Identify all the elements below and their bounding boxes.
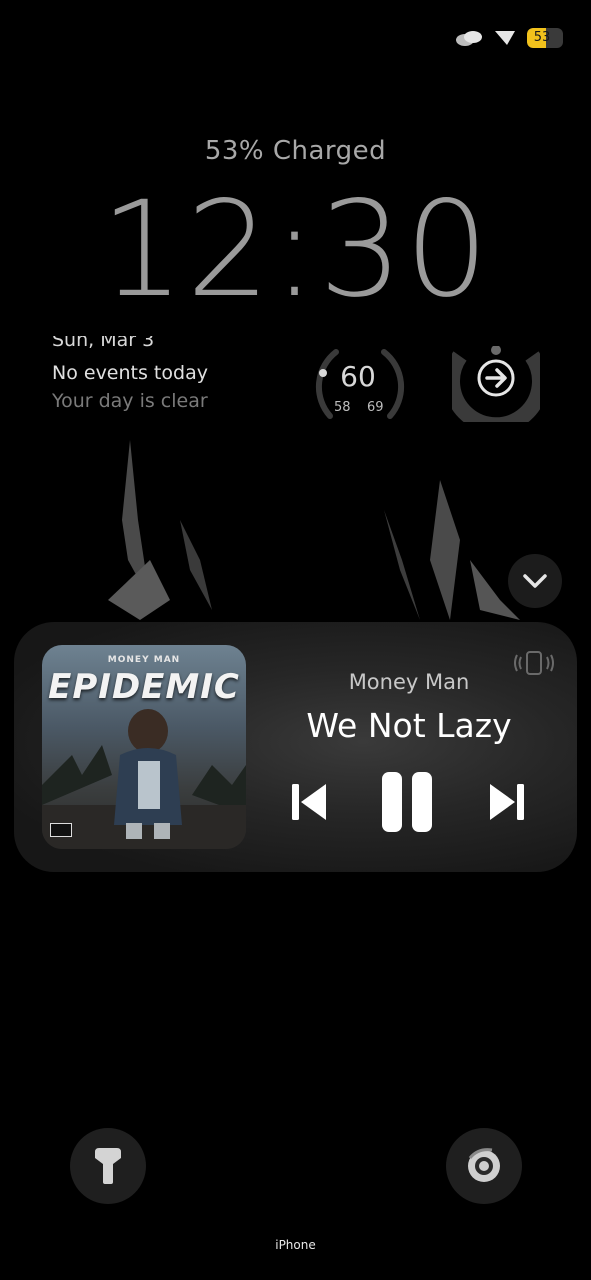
device-label: iPhone bbox=[275, 1238, 316, 1252]
track-title: We Not Lazy bbox=[306, 706, 512, 745]
wifi-icon bbox=[493, 29, 517, 47]
calendar-widget[interactable]: Sun, Mar 3 No events today Your day is c… bbox=[52, 336, 292, 412]
skip-next-icon bbox=[490, 784, 524, 820]
dial-value: 60 bbox=[340, 360, 376, 393]
calendar-subtitle: Your day is clear bbox=[52, 390, 208, 412]
camera-button[interactable] bbox=[446, 1128, 522, 1204]
flashlight-icon bbox=[95, 1148, 121, 1184]
signal-icon bbox=[455, 29, 483, 47]
collapse-button[interactable] bbox=[508, 554, 562, 608]
media-player-card[interactable]: MONEY MAN EPIDEMIC Money Man We Not Lazy bbox=[14, 622, 577, 872]
battery-label: 53 bbox=[533, 30, 551, 45]
track-artist: Money Man bbox=[348, 670, 470, 694]
lockscreen-clock: 12:30 bbox=[100, 173, 491, 327]
album-art-title: EPIDEMIC bbox=[48, 667, 240, 707]
battery-icon: 53 bbox=[527, 28, 563, 48]
flashlight-button[interactable] bbox=[70, 1128, 146, 1204]
playback-controls bbox=[280, 770, 538, 834]
calendar-date: Sun, Mar 3 bbox=[52, 336, 155, 351]
chevron-down-icon bbox=[523, 574, 547, 588]
album-art[interactable]: MONEY MAN EPIDEMIC bbox=[42, 645, 246, 849]
previous-button[interactable] bbox=[290, 782, 330, 822]
arrow-right-icon bbox=[477, 359, 515, 397]
camera-icon bbox=[468, 1148, 500, 1182]
temperature-dial-widget[interactable]: 60 58 69 bbox=[312, 346, 410, 422]
next-button[interactable] bbox=[486, 782, 526, 822]
charge-status: 53% Charged bbox=[204, 136, 387, 166]
pause-button[interactable] bbox=[380, 770, 436, 834]
progress-ring-widget[interactable] bbox=[444, 345, 548, 434]
status-bar: 53 bbox=[455, 24, 563, 52]
dial-min: 58 bbox=[334, 400, 351, 415]
album-art-artist: MONEY MAN bbox=[107, 655, 181, 665]
parental-advisory-icon bbox=[50, 823, 72, 837]
calendar-events: No events today bbox=[52, 362, 208, 384]
skip-previous-icon bbox=[292, 784, 326, 820]
dial-max: 69 bbox=[367, 400, 384, 415]
pause-icon bbox=[382, 772, 432, 832]
